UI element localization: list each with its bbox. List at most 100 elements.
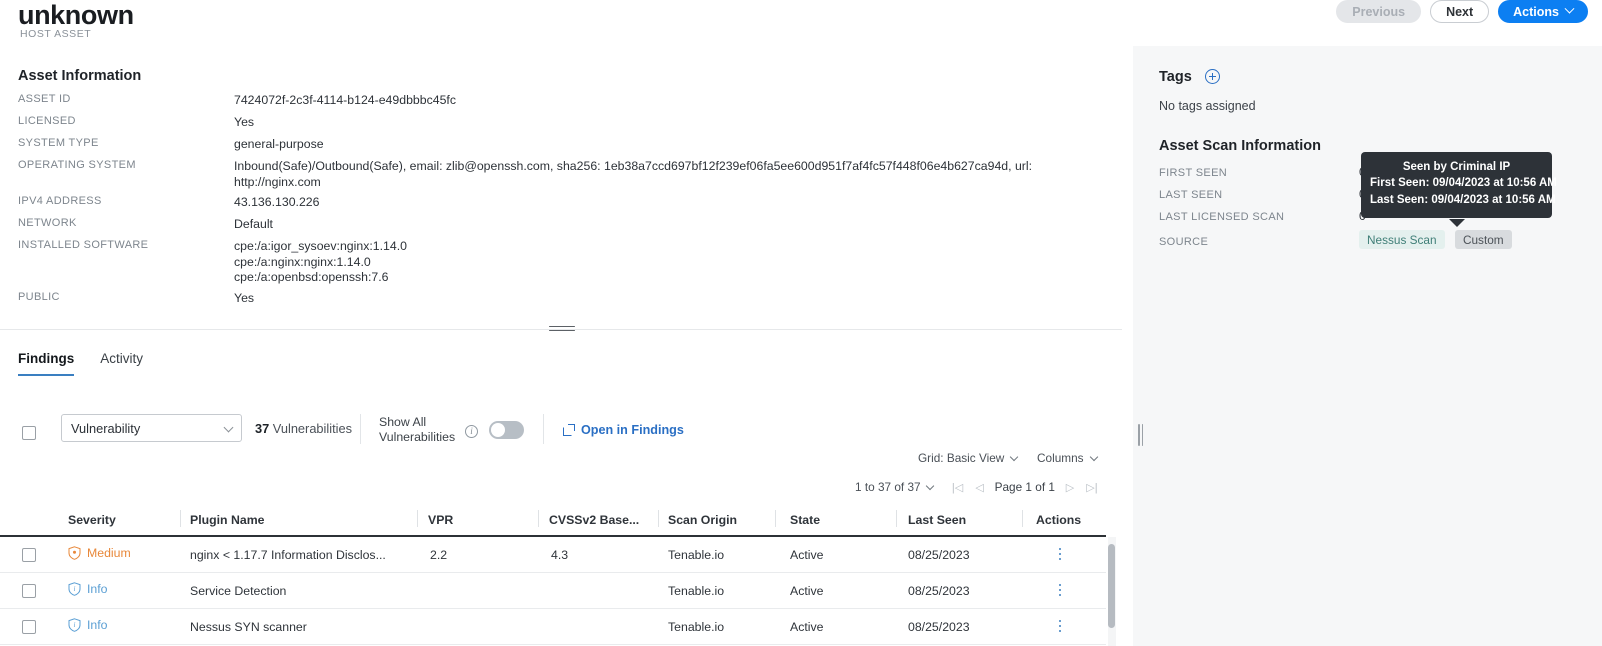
- actions-button[interactable]: Actions: [1498, 0, 1588, 23]
- show-all-vulnerabilities-label: Show All Vulnerabilities: [379, 415, 456, 444]
- cell-scan-origin: Tenable.io: [668, 584, 725, 598]
- field-label: OPERATING SYSTEM: [18, 159, 136, 171]
- cell-last-seen: 08/25/2023: [908, 620, 970, 634]
- select-all-checkbox[interactable]: [22, 426, 36, 440]
- shield-icon: [68, 546, 81, 560]
- source-badge-custom[interactable]: Custom: [1454, 230, 1512, 249]
- table-scrollbar-thumb[interactable]: [1108, 544, 1115, 628]
- row-checkbox[interactable]: [22, 584, 36, 598]
- row-actions-menu-icon[interactable]: [1053, 618, 1067, 634]
- field-label: NETWORK: [18, 217, 77, 229]
- severity-label: Medium: [87, 546, 131, 560]
- field-value: cpe:/a:igor_sysoev:nginx:1.14.0 cpe:/a:n…: [234, 239, 407, 284]
- tab-activity[interactable]: Activity: [100, 351, 143, 376]
- table-row[interactable]: Medium nginx < 1.17.7 Information Disclo…: [0, 537, 1106, 573]
- cell-plugin-name: Service Detection: [190, 584, 287, 598]
- column-divider: [538, 510, 539, 527]
- scan-field-label-last-licensed-scan: LAST LICENSED SCAN: [1159, 211, 1285, 223]
- chevron-down-icon: [1089, 452, 1098, 461]
- vertical-resize-handle[interactable]: [1138, 424, 1144, 446]
- toolbar-divider: [543, 414, 544, 444]
- cell-state: Active: [790, 548, 824, 562]
- field-value: 43.136.130.226: [234, 195, 320, 209]
- row-checkbox[interactable]: [22, 548, 36, 562]
- grid-view-selector[interactable]: Grid: Basic View: [918, 451, 1019, 465]
- source-badge-nessus-scan[interactable]: Nessus Scan: [1359, 230, 1445, 249]
- vulnerability-count-number: 37: [255, 421, 270, 436]
- add-tag-icon[interactable]: [1205, 69, 1220, 84]
- cell-last-seen: 08/25/2023: [908, 548, 970, 562]
- row-checkbox[interactable]: [22, 620, 36, 634]
- previous-button[interactable]: Previous: [1336, 0, 1422, 23]
- row-actions-menu-icon[interactable]: [1053, 582, 1067, 598]
- cell-scan-origin: Tenable.io: [668, 620, 725, 634]
- show-all-vulnerabilities-toggle[interactable]: [489, 421, 524, 439]
- severity-label: Info: [87, 582, 108, 596]
- column-header-severity[interactable]: Severity: [68, 513, 116, 527]
- asset-information-title: Asset Information: [18, 68, 142, 84]
- column-header-cvss[interactable]: CVSSv2 Base...: [549, 513, 639, 527]
- toggle-knob: [491, 423, 505, 437]
- open-in-findings-link[interactable]: Open in Findings: [563, 423, 684, 437]
- open-in-findings-label: Open in Findings: [581, 423, 684, 437]
- info-icon[interactable]: i: [465, 425, 478, 438]
- scan-field-label-last-seen: LAST SEEN: [1159, 189, 1223, 201]
- field-value: Yes: [234, 115, 255, 129]
- cell-state: Active: [790, 584, 824, 598]
- table-row[interactable]: i Info Nessus SYN scanner Tenable.io Act…: [0, 609, 1106, 645]
- tags-title: Tags: [1159, 69, 1192, 85]
- scan-field-label-source: SOURCE: [1159, 236, 1209, 248]
- columns-selector[interactable]: Columns: [1037, 451, 1098, 465]
- finding-type-value: Vulnerability: [71, 420, 141, 436]
- column-header-last-seen[interactable]: Last Seen: [908, 513, 966, 527]
- cell-cvss: 4.3: [551, 548, 569, 562]
- columns-label: Columns: [1037, 451, 1084, 465]
- column-header-actions: Actions: [1036, 513, 1082, 527]
- shield-icon: i: [68, 618, 81, 632]
- findings-toolbar: Vulnerability 37 Vulnerabilities Show Al…: [0, 412, 1122, 456]
- field-label: INSTALLED SOFTWARE: [18, 239, 149, 251]
- column-divider: [775, 510, 776, 527]
- row-actions-menu-icon[interactable]: [1053, 546, 1067, 562]
- field-label: IPV4 ADDRESS: [18, 195, 102, 207]
- column-header-state[interactable]: State: [790, 513, 820, 527]
- horizontal-resize-handle[interactable]: [549, 322, 575, 335]
- cell-state: Active: [790, 620, 824, 634]
- next-page-button[interactable]: ▷: [1059, 481, 1081, 494]
- field-label: ASSET ID: [18, 93, 71, 105]
- severity-badge: i Info: [68, 618, 108, 632]
- field-label: SYSTEM TYPE: [18, 137, 99, 149]
- next-button[interactable]: Next: [1430, 0, 1490, 23]
- tab-bar: Findings Activity: [18, 351, 143, 376]
- chevron-down-icon: [1010, 452, 1019, 461]
- toolbar-divider: [360, 414, 361, 444]
- page-label: Page 1 of 1: [994, 480, 1055, 494]
- column-header-scan-origin[interactable]: Scan Origin: [668, 513, 737, 527]
- cell-last-seen: 08/25/2023: [908, 584, 970, 598]
- page-subtitle: HOST ASSET: [20, 28, 92, 40]
- table-header: Severity Plugin Name VPR CVSSv2 Base... …: [0, 508, 1122, 534]
- svg-text:i: i: [74, 621, 76, 629]
- table-row[interactable]: i Info Service Detection Tenable.io Acti…: [0, 573, 1106, 609]
- cell-plugin-name: Nessus SYN scanner: [190, 620, 307, 634]
- source-badges: Nessus Scan Custom: [1359, 230, 1512, 249]
- severity-badge: Medium: [68, 546, 131, 560]
- page-header: unknown HOST ASSET Previous Next Actions: [0, 0, 1602, 46]
- vulnerability-count: 37 Vulnerabilities: [255, 421, 352, 436]
- first-page-button[interactable]: |◁: [947, 481, 969, 494]
- main-content: Asset Information ASSET ID 7424072f-2c3f…: [0, 46, 1122, 646]
- column-header-plugin-name[interactable]: Plugin Name: [190, 513, 264, 527]
- shield-icon: i: [68, 582, 81, 596]
- chevron-down-icon: [925, 481, 934, 490]
- previous-page-button[interactable]: ◁: [969, 481, 991, 494]
- last-page-button[interactable]: ▷|: [1081, 481, 1103, 494]
- finding-type-select[interactable]: Vulnerability: [61, 414, 242, 442]
- cell-vpr: 2.2: [430, 548, 448, 562]
- no-tags-message: No tags assigned: [1159, 99, 1256, 113]
- column-header-vpr[interactable]: VPR: [428, 513, 453, 527]
- field-label: PUBLIC: [18, 291, 60, 303]
- svg-text:i: i: [74, 585, 76, 593]
- column-divider: [1022, 510, 1023, 527]
- tab-findings[interactable]: Findings: [18, 351, 75, 376]
- page-size-selector[interactable]: 1 to 37 of 37: [855, 480, 934, 494]
